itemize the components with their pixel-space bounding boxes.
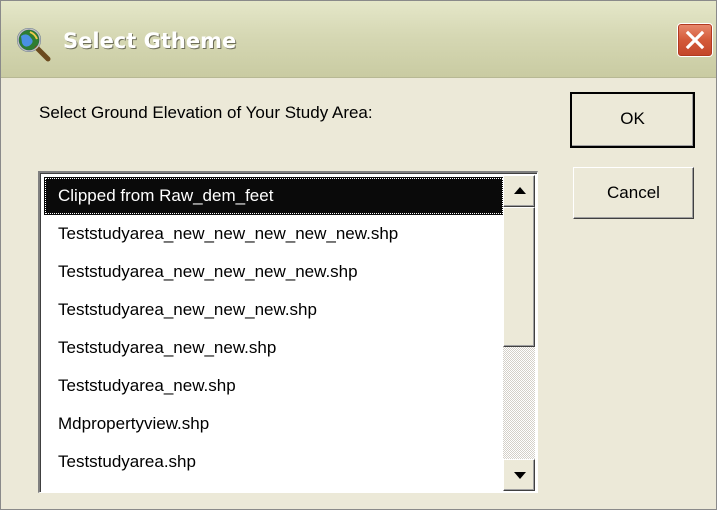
theme-list-items: Clipped from Raw_dem_feet Teststudyarea_… [44,177,504,481]
scroll-down-arrow-icon [514,472,526,479]
scroll-up-arrow-icon [514,187,526,194]
list-item[interactable]: Teststudyarea_new.shp [44,367,504,405]
list-item[interactable]: Clipped from Raw_dem_feet [44,177,504,215]
theme-listbox[interactable]: Clipped from Raw_dem_feet Teststudyarea_… [38,171,538,493]
vertical-scrollbar[interactable] [503,175,535,491]
scrollbar-thumb[interactable] [503,207,535,347]
scroll-up-button[interactable] [503,175,535,207]
list-item[interactable]: Mdpropertyview.shp [44,405,504,443]
scroll-down-button[interactable] [503,459,535,491]
window-title: Select Gtheme [63,29,237,53]
select-gtheme-dialog: Select Gtheme Select Ground Elevation of… [0,0,717,510]
list-item[interactable]: Teststudyarea_new_new.shp [44,329,504,367]
prompt-label: Select Ground Elevation of Your Study Ar… [39,103,373,122]
title-bar[interactable]: Select Gtheme [1,1,716,78]
list-item[interactable]: Teststudyarea_new_new_new_new.shp [44,253,504,291]
list-item[interactable]: Teststudyarea_new_new_new_new_new.shp [44,215,504,253]
close-button[interactable] [677,23,713,57]
ok-button[interactable]: OK [570,92,695,148]
globe-magnifier-icon [17,28,51,62]
close-icon [685,30,705,50]
list-item[interactable]: Teststudyarea.shp [44,443,504,481]
list-item[interactable]: Teststudyarea_new_new_new.shp [44,291,504,329]
cancel-button[interactable]: Cancel [573,167,694,219]
